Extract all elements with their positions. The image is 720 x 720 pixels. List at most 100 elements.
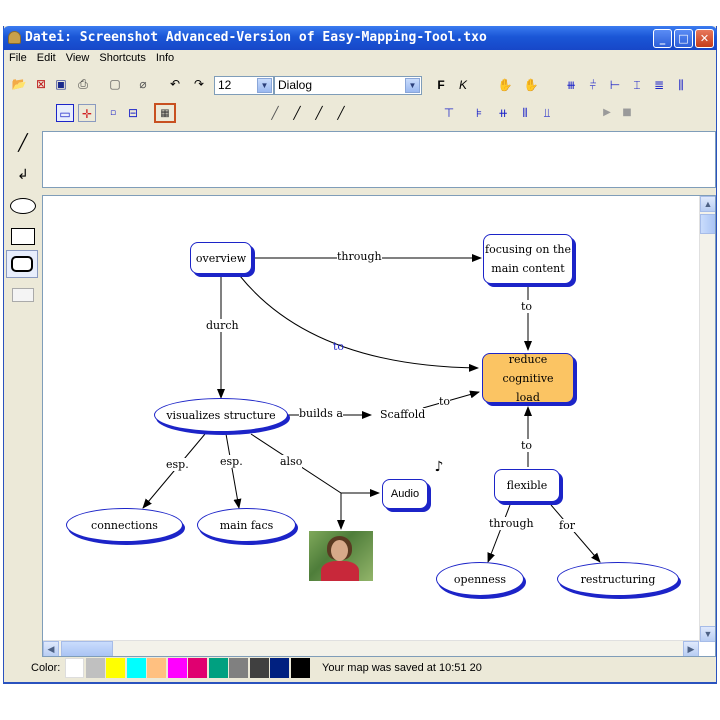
align-left-icon[interactable]: ⫼ xyxy=(672,76,690,94)
align-center-horizontal-icon[interactable]: ⫩ xyxy=(584,76,602,94)
node-visualizes-structure[interactable]: visualizes structure xyxy=(154,398,288,432)
node-flexible[interactable]: flexible xyxy=(494,469,560,502)
map-canvas[interactable]: through to durch to builds a to to esp. … xyxy=(42,195,716,657)
node-main-facs[interactable]: main facs xyxy=(197,508,296,542)
music-note-icon[interactable]: ♪ xyxy=(430,458,448,476)
horizontal-scrollbar[interactable]: ◀ ▶ xyxy=(43,640,699,656)
align-middle-icon[interactable]: ⧺ xyxy=(494,104,512,122)
color-swatch[interactable] xyxy=(147,658,166,678)
stop-icon[interactable]: ■ xyxy=(618,104,636,122)
distribute-horizontal-icon[interactable]: ⊢ xyxy=(606,76,624,94)
chevron-down-icon[interactable]: ▼ xyxy=(405,78,420,93)
horizontal-scroll-thumb[interactable] xyxy=(61,641,113,656)
color-swatch[interactable] xyxy=(106,658,125,678)
menu-shortcuts[interactable]: Shortcuts xyxy=(94,50,150,64)
scroll-down-icon[interactable]: ▼ xyxy=(700,626,715,642)
redo-icon[interactable]: ↷ xyxy=(190,75,208,93)
link-label[interactable]: to xyxy=(521,439,533,452)
line-style-icon[interactable]: ▭ xyxy=(56,104,74,122)
minimize-button[interactable]: _ xyxy=(653,29,672,48)
chevron-down-icon[interactable]: ▼ xyxy=(257,78,272,93)
link-label[interactable]: for xyxy=(559,519,575,532)
eraser-icon[interactable]: ⌀ xyxy=(134,75,152,93)
link-label[interactable]: durch xyxy=(206,319,239,332)
thick-line-icon[interactable]: ╱ xyxy=(310,104,328,122)
scroll-left-icon[interactable]: ◀ xyxy=(43,641,59,656)
bold-button[interactable]: F xyxy=(432,76,450,94)
line-tool-icon[interactable]: ╱ xyxy=(14,134,32,152)
align-bottom-icon[interactable]: ⫫ xyxy=(538,104,556,122)
align-center-vertical-icon[interactable]: ⧻ xyxy=(562,76,580,94)
multi-hand-icon[interactable]: ✋ xyxy=(522,76,540,94)
align-vertical-icon[interactable]: ⊧ xyxy=(470,104,488,122)
link-label[interactable]: esp. xyxy=(220,455,243,468)
save-icon[interactable]: ▣ xyxy=(52,75,70,93)
color-swatch[interactable] xyxy=(229,658,248,678)
color-swatch[interactable] xyxy=(126,658,146,678)
crosshair-icon[interactable]: ✛ xyxy=(78,104,96,122)
color-swatch[interactable] xyxy=(290,658,310,678)
color-swatch[interactable] xyxy=(65,658,84,678)
font-size-select[interactable]: 12 ▼ xyxy=(214,76,274,95)
blank-shape-tool-icon[interactable] xyxy=(12,288,34,302)
link-label[interactable]: builds a xyxy=(299,407,343,420)
small-box-icon[interactable]: ▫ xyxy=(104,104,122,122)
close-file-icon[interactable]: ⊠ xyxy=(32,75,50,93)
menu-info[interactable]: Info xyxy=(151,50,179,64)
color-swatch[interactable] xyxy=(249,658,269,678)
italic-button[interactable]: K xyxy=(454,76,472,94)
double-line-icon[interactable]: ⊟ xyxy=(124,104,142,122)
distribute-columns-icon[interactable]: ⫴ xyxy=(516,104,534,122)
node-connections[interactable]: connections xyxy=(66,508,183,542)
link-label[interactable]: through xyxy=(489,517,534,530)
elbow-connector-icon[interactable]: ↲ xyxy=(14,166,32,184)
link-label[interactable]: to xyxy=(333,340,344,353)
status-message: Your map was saved at 10:51 20 xyxy=(322,662,482,674)
color-swatch[interactable] xyxy=(167,658,187,678)
maximize-button[interactable]: □ xyxy=(674,29,693,48)
menu-view[interactable]: View xyxy=(61,50,95,64)
node-openness[interactable]: openness xyxy=(436,562,524,596)
rectangle-tool-icon[interactable] xyxy=(11,228,35,245)
new-page-icon[interactable]: ▢ xyxy=(106,75,124,93)
color-swatch[interactable] xyxy=(270,658,289,678)
text-input-panel[interactable] xyxy=(42,131,716,188)
node-restructuring[interactable]: restructuring xyxy=(557,562,679,596)
vertical-scrollbar[interactable]: ▲ ▼ xyxy=(699,196,715,642)
link-label[interactable]: also xyxy=(280,455,303,468)
rounded-rect-tool-button[interactable] xyxy=(6,250,38,278)
hand-icon[interactable]: ✋ xyxy=(496,76,514,94)
node-reduce-cognitive-load[interactable]: reduce cognitive load xyxy=(482,353,574,404)
print-icon[interactable]: ⎙ xyxy=(74,75,92,93)
menu-file[interactable]: File xyxy=(4,50,32,64)
thin-line-icon[interactable]: ╱ xyxy=(266,104,284,122)
scroll-right-icon[interactable]: ▶ xyxy=(683,641,699,656)
medium-line-icon[interactable]: ╱ xyxy=(288,104,306,122)
node-scaffold[interactable]: Scaffold xyxy=(380,408,426,421)
link-label[interactable]: to xyxy=(439,395,451,408)
scroll-up-icon[interactable]: ▲ xyxy=(700,196,715,212)
node-focusing-main-content[interactable]: focusing on the main content xyxy=(483,234,573,284)
link-label[interactable]: through xyxy=(337,250,382,263)
play-icon[interactable]: ▶ xyxy=(598,104,616,122)
color-swatch[interactable] xyxy=(85,658,105,678)
open-folder-icon[interactable]: 📂 xyxy=(10,75,28,93)
align-top-icon[interactable]: ≣ xyxy=(650,76,668,94)
color-swatch[interactable] xyxy=(208,658,228,678)
close-button[interactable]: ✕ xyxy=(695,29,714,48)
ellipse-tool-icon[interactable] xyxy=(10,198,36,214)
link-label[interactable]: esp. xyxy=(166,458,189,471)
node-audio[interactable]: Audio xyxy=(382,479,428,509)
thicker-line-icon[interactable]: ╱ xyxy=(332,104,350,122)
undo-icon[interactable]: ↶ xyxy=(166,75,184,93)
vertical-scroll-thumb[interactable] xyxy=(700,214,715,234)
font-name-select[interactable]: Dialog ▼ xyxy=(274,76,422,95)
node-overview[interactable]: overview xyxy=(190,242,252,274)
distribute-vertical-icon[interactable]: ⌶ xyxy=(628,76,646,94)
person-photo[interactable] xyxy=(309,531,373,581)
link-label[interactable]: to xyxy=(521,300,533,313)
menu-edit[interactable]: Edit xyxy=(32,50,61,64)
image-icon[interactable]: ▦ xyxy=(154,103,176,123)
color-swatch[interactable] xyxy=(188,658,207,678)
connect-icon[interactable]: ⊤ xyxy=(440,104,458,122)
